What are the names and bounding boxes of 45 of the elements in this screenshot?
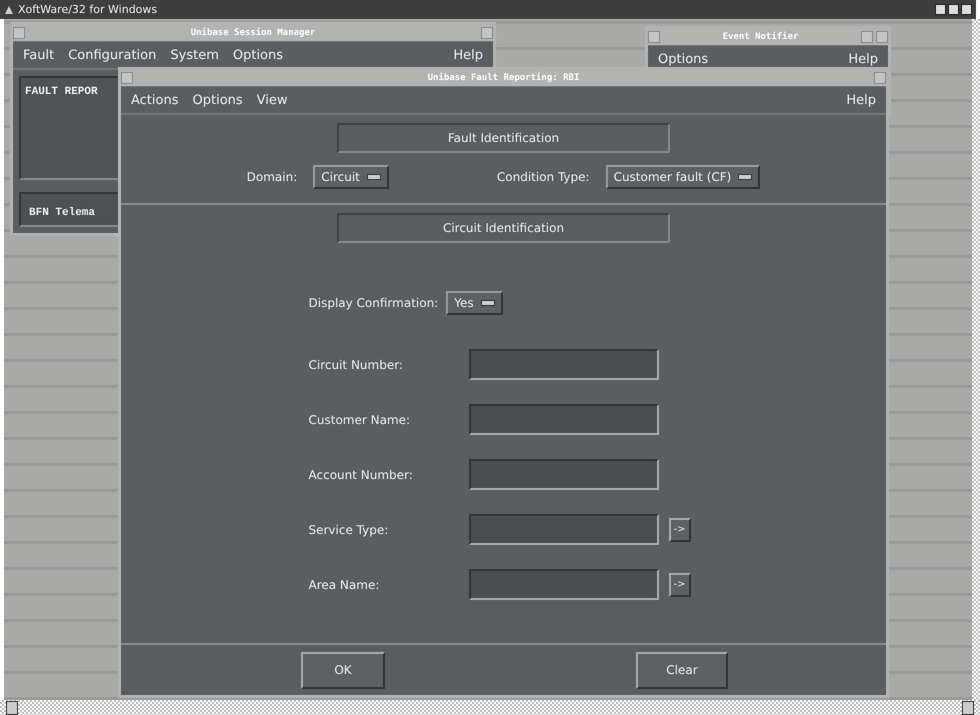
help-menu[interactable]: Help [846, 92, 876, 108]
help-menu[interactable]: Help [848, 52, 878, 66]
lookup-button[interactable]: -> [668, 572, 690, 596]
option-indicator-icon [738, 174, 752, 180]
input-field[interactable] [468, 514, 658, 545]
maximize-icon[interactable] [948, 4, 959, 15]
input-field[interactable] [468, 349, 658, 380]
section-heading: Fault Identification [337, 123, 670, 153]
field-label: Area Name: [308, 578, 380, 592]
scrollbar[interactable] [0, 700, 980, 715]
option-menu[interactable]: Circuit [313, 165, 389, 189]
field-label: Display Confirmation: [308, 296, 438, 310]
window-title: XoftWare/32 for Windows [18, 3, 158, 16]
dialog-button[interactable]: OK [301, 652, 385, 688]
status-text: BFN Telema [29, 207, 96, 219]
input-field[interactable] [468, 459, 658, 490]
menu-item[interactable]: Options [658, 52, 708, 66]
menu-item[interactable]: Actions [131, 92, 178, 108]
menu-item[interactable]: Options [192, 92, 243, 108]
app-icon [4, 4, 14, 14]
menu-item[interactable]: Options [232, 48, 284, 62]
window-title: Unibase Session Manager [190, 28, 316, 38]
input-field[interactable] [468, 404, 658, 435]
field-label: Condition Type: [496, 170, 590, 184]
close-icon[interactable] [961, 4, 972, 15]
menu-item[interactable]: Configuration [68, 48, 156, 62]
option-indicator-icon [480, 300, 495, 306]
option-menu[interactable]: Customer fault (CF) [606, 165, 760, 189]
input-field[interactable] [468, 569, 658, 600]
field-label: Circuit Number: [308, 358, 404, 372]
field-label: Service Type: [308, 522, 390, 536]
menu-item[interactable]: View [256, 92, 288, 108]
field-label: Customer Name: [308, 412, 412, 426]
option-menu[interactable]: Yes [446, 291, 503, 315]
lookup-button[interactable]: -> [668, 518, 690, 542]
scrollbar[interactable] [972, 19, 980, 700]
section-heading: Circuit Identification [337, 213, 670, 243]
window-title: Event Notifier [722, 32, 800, 42]
menu-item[interactable]: Fault [23, 48, 54, 62]
menu-item[interactable]: System [170, 48, 219, 62]
minimize-icon[interactable] [935, 4, 946, 15]
help-menu[interactable]: Help [453, 48, 483, 62]
option-indicator-icon [366, 174, 381, 180]
dialog-button[interactable]: Clear [636, 652, 728, 688]
field-label: Account Number: [308, 468, 414, 482]
